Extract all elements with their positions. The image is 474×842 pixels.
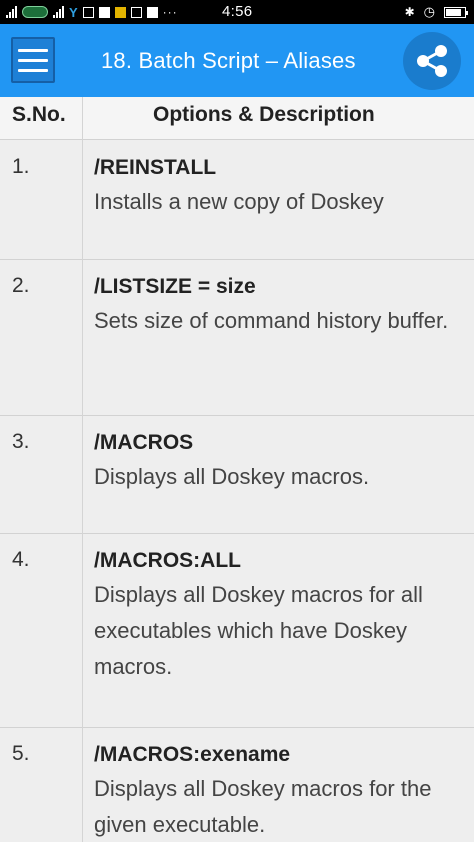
more-notifications-icon: ··· xyxy=(162,5,178,19)
table-row: 5. /MACROS:exename Displays all Doskey m… xyxy=(0,728,474,842)
row-content: /MACROS:exename Displays all Doskey macr… xyxy=(94,740,464,842)
battery-icon xyxy=(444,6,468,18)
option-name: /LISTSIZE = size xyxy=(94,275,256,298)
table-row: 1. /REINSTALL Installs a new copy of Dos… xyxy=(0,141,474,260)
row-sno: 2. xyxy=(12,274,30,297)
status-bar: Y ··· 4:56 ✱ ◷ xyxy=(0,0,474,24)
facebook-icon xyxy=(146,6,158,18)
page-title: 18. Batch Script – Aliases xyxy=(101,48,356,73)
row-content: /LISTSIZE = size Sets size of command hi… xyxy=(94,272,464,339)
option-name: /MACROS:ALL xyxy=(94,549,241,572)
option-description: Sets size of command history buffer. xyxy=(94,308,449,333)
share-icon[interactable] xyxy=(403,32,461,90)
image-icon xyxy=(130,6,142,18)
table-header: S.No. Options & Description xyxy=(0,97,474,140)
status-time: 4:56 xyxy=(222,3,253,20)
mail-icon xyxy=(98,6,110,18)
status-icons-left: Y ··· xyxy=(0,0,178,24)
option-description: Displays all Doskey macros for the given… xyxy=(94,776,432,837)
row-sno: 5. xyxy=(12,742,30,765)
network-icon: Y xyxy=(69,4,78,20)
row-content: /MACROS Displays all Doskey macros. xyxy=(94,428,464,495)
option-name: /MACROS:exename xyxy=(94,743,291,766)
option-name: /REINSTALL xyxy=(94,156,217,179)
options-table[interactable]: S.No. Options & Description 1. /REINSTAL… xyxy=(0,97,474,842)
option-description: Displays all Doskey macros for all execu… xyxy=(94,582,423,679)
bluetooth-icon: ✱ xyxy=(404,5,415,19)
carrier-logo-icon xyxy=(22,6,48,18)
row-sno: 1. xyxy=(12,155,30,178)
column-divider xyxy=(82,97,83,842)
signal-icon xyxy=(6,6,17,18)
table-row: 2. /LISTSIZE = size Sets size of command… xyxy=(0,260,474,416)
header-options: Options & Description xyxy=(153,103,375,126)
row-content: /MACROS:ALL Displays all Doskey macros f… xyxy=(94,546,464,685)
row-sno: 3. xyxy=(12,430,30,453)
app-bar: 18. Batch Script – Aliases xyxy=(0,24,474,97)
option-description: Installs a new copy of Doskey xyxy=(94,189,384,214)
option-name: /MACROS xyxy=(94,431,194,454)
signal-icon-2 xyxy=(53,6,64,18)
table-row: 4. /MACROS:ALL Displays all Doskey macro… xyxy=(0,534,474,728)
alarm-icon: ◷ xyxy=(423,4,435,19)
video-icon xyxy=(82,6,94,18)
hamburger-menu-icon[interactable] xyxy=(11,37,55,83)
row-sno: 4. xyxy=(12,548,30,571)
app-notification-icon xyxy=(114,6,126,18)
status-icons-right: ✱ ◷ xyxy=(404,0,468,24)
header-sno: S.No. xyxy=(12,103,66,126)
option-description: Displays all Doskey macros. xyxy=(94,464,370,489)
row-content: /REINSTALL Installs a new copy of Doskey xyxy=(94,153,464,220)
table-row: 3. /MACROS Displays all Doskey macros. xyxy=(0,416,474,534)
